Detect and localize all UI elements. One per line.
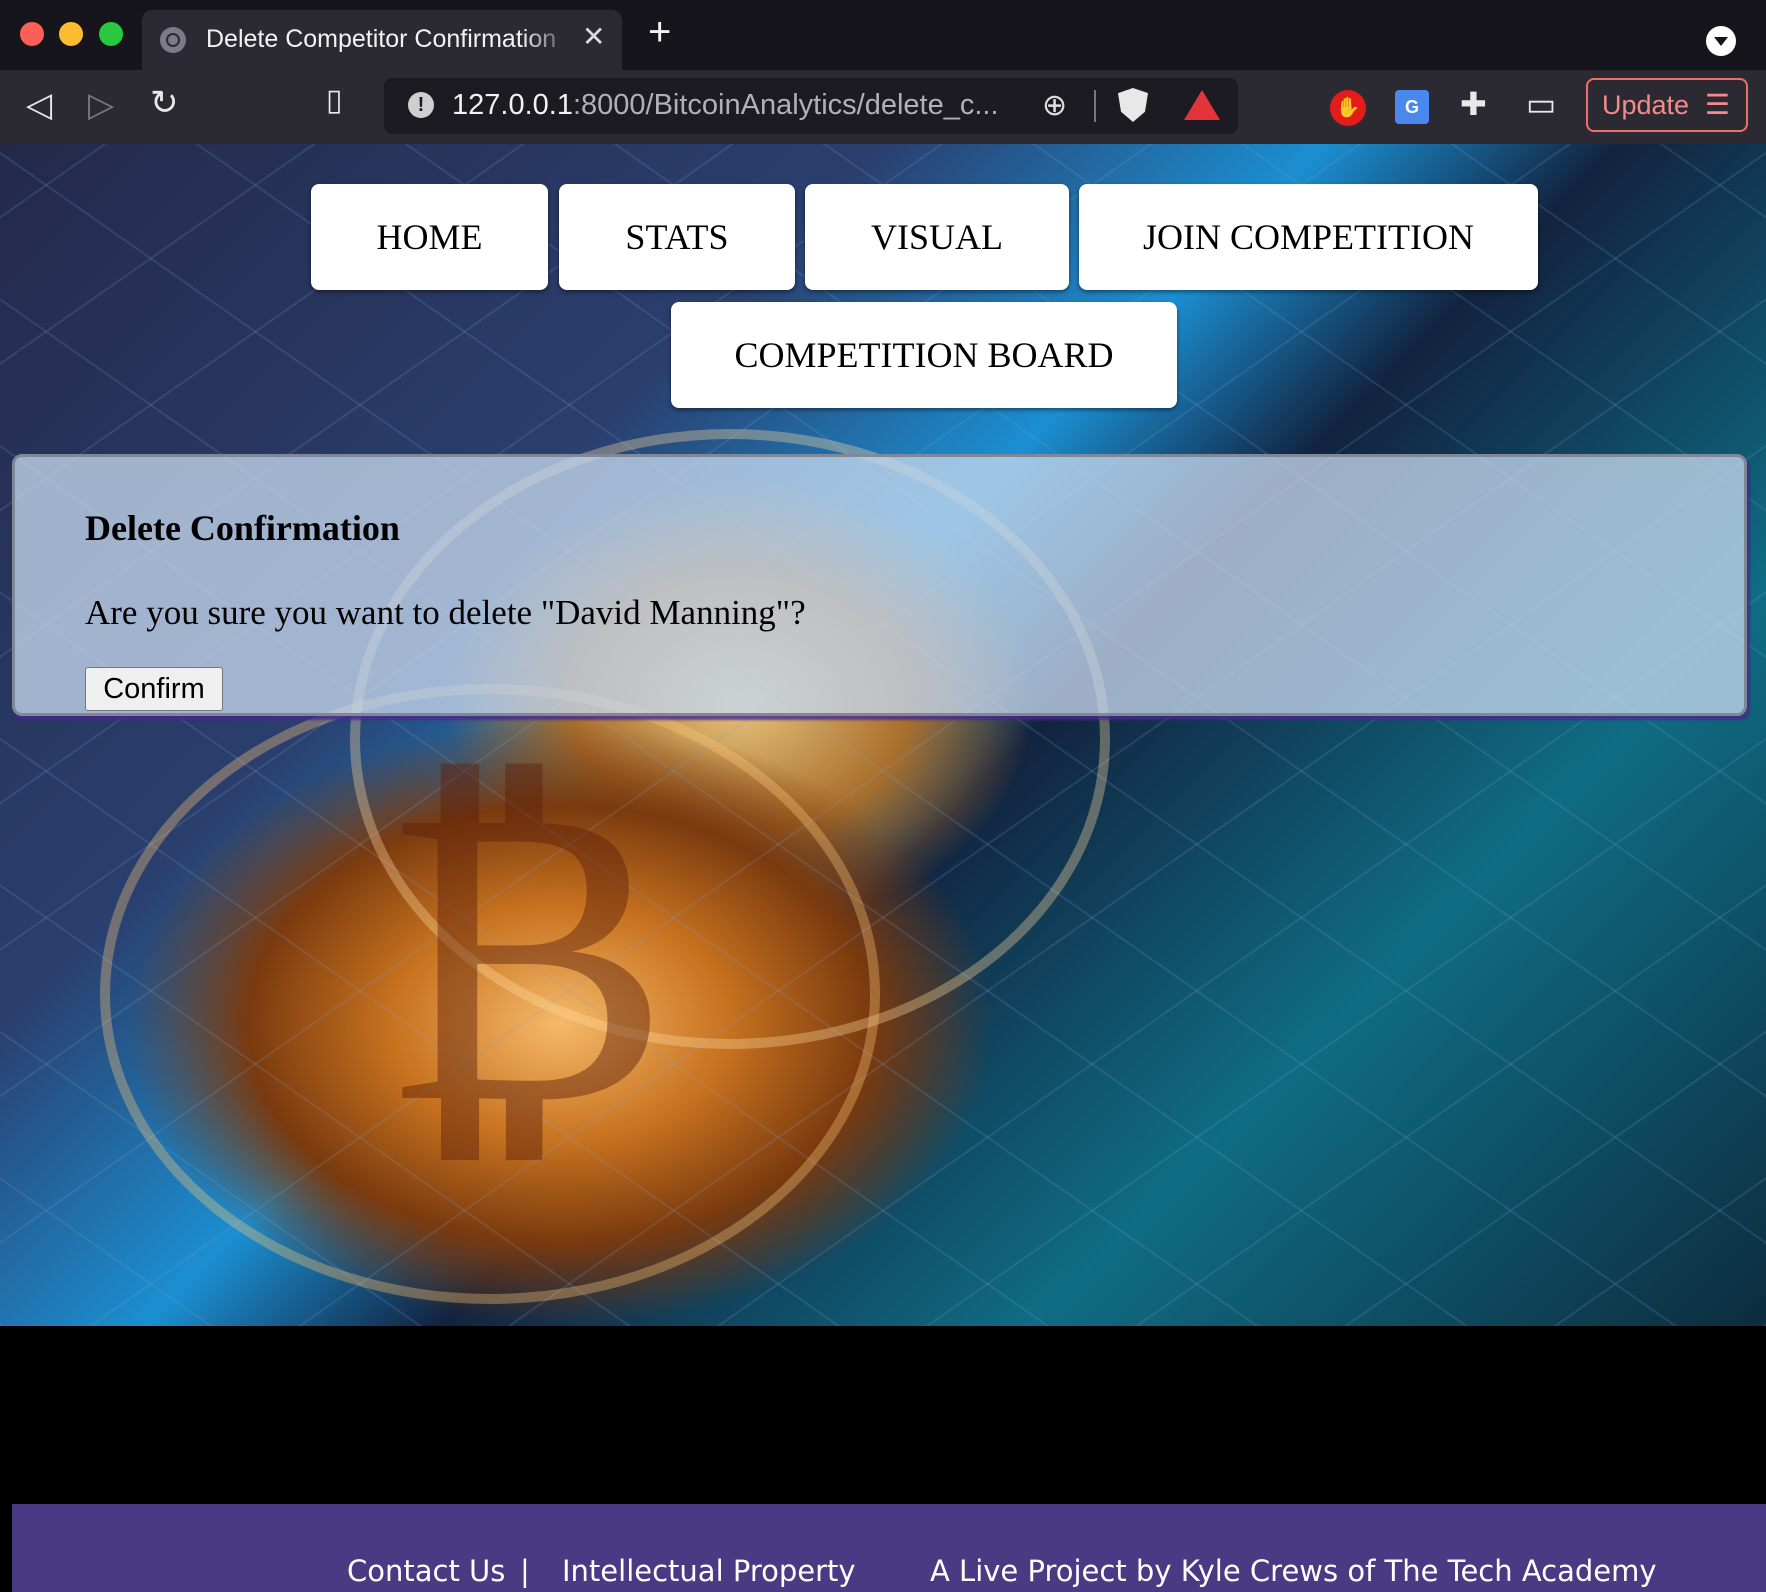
update-label: Update [1602,90,1690,120]
reload-icon[interactable]: ↻ [150,86,179,120]
browser-toolbar: ◁ ▷ ↻ ▯ ! 127.0.0.1:8000/BitcoinAnalytic… [0,70,1766,144]
extensions-icon[interactable]: ✚ [1460,88,1487,120]
footer-separator: | [520,1554,530,1588]
page-content: ₿ HOME STATS VISUAL JOIN COMPETITION COM… [0,144,1766,1592]
active-tab[interactable]: Delete Competitor Confirmation ✕ [142,10,622,70]
footer-contact-link[interactable]: Contact Us [347,1554,505,1588]
wallet-icon[interactable]: ▭ [1526,88,1556,120]
delete-confirmation-panel: Delete Confirmation Are you sure you wan… [12,454,1747,716]
confirmation-message: Are you sure you want to delete "David M… [85,593,806,632]
nav-join-competition-button[interactable]: JOIN COMPETITION [1079,184,1538,290]
footer-intellectual-property-link[interactable]: Intellectual Property [562,1554,856,1588]
translate-icon[interactable]: G [1395,90,1429,124]
adblock-stop-icon[interactable]: ✋ [1330,90,1366,126]
nav-stats-button[interactable]: STATS [559,184,795,290]
nav-home-button[interactable]: HOME [311,184,548,290]
brave-rewards-icon[interactable] [1184,90,1220,120]
bookmark-icon[interactable]: ▯ [326,86,343,116]
menu-icon: ☰ [1704,89,1730,120]
confirmation-title: Delete Confirmation [85,508,400,548]
maximize-window-button[interactable] [99,22,123,46]
confirm-button[interactable]: Confirm [85,667,223,711]
update-button[interactable]: Update ☰ [1586,78,1748,132]
minimize-window-button[interactable] [59,22,83,46]
forward-icon[interactable]: ▷ [88,88,114,122]
tab-list-dropdown-icon[interactable] [1706,26,1736,56]
tab-title: Delete Competitor Confirmation [206,25,557,53]
browser-tab-bar: Delete Competitor Confirmation ✕ + [0,0,1766,70]
nav-competition-board-button[interactable]: COMPETITION BOARD [671,302,1177,408]
footer-credit-text: A Live Project by Kyle Crews of The Tech… [930,1554,1657,1588]
url-host: 127.0.0.1 [452,89,573,121]
address-bar[interactable]: ! 127.0.0.1:8000/BitcoinAnalytics/delete… [384,78,1238,134]
url-path: :8000/BitcoinAnalytics/delete_c... [572,89,999,121]
zoom-icon[interactable]: ⊕ [1042,88,1067,123]
url-text[interactable]: 127.0.0.1:8000/BitcoinAnalytics/delete_c… [452,89,999,122]
back-icon[interactable]: ◁ [26,88,52,122]
tab-close-icon[interactable]: ✕ [582,20,605,53]
globe-icon [160,27,186,53]
bitcoin-symbol-icon: ₿ [380,709,671,1198]
footer: Contact Us | Intellectual Property A Liv… [12,1504,1766,1592]
nav-visual-button[interactable]: VISUAL [805,184,1069,290]
close-window-button[interactable] [20,22,44,46]
hero-background-image: ₿ HOME STATS VISUAL JOIN COMPETITION COM… [0,144,1766,1326]
new-tab-button[interactable]: + [648,12,671,52]
url-divider [1094,90,1096,122]
site-info-icon[interactable]: ! [408,92,434,118]
brave-shield-icon[interactable] [1118,88,1148,122]
